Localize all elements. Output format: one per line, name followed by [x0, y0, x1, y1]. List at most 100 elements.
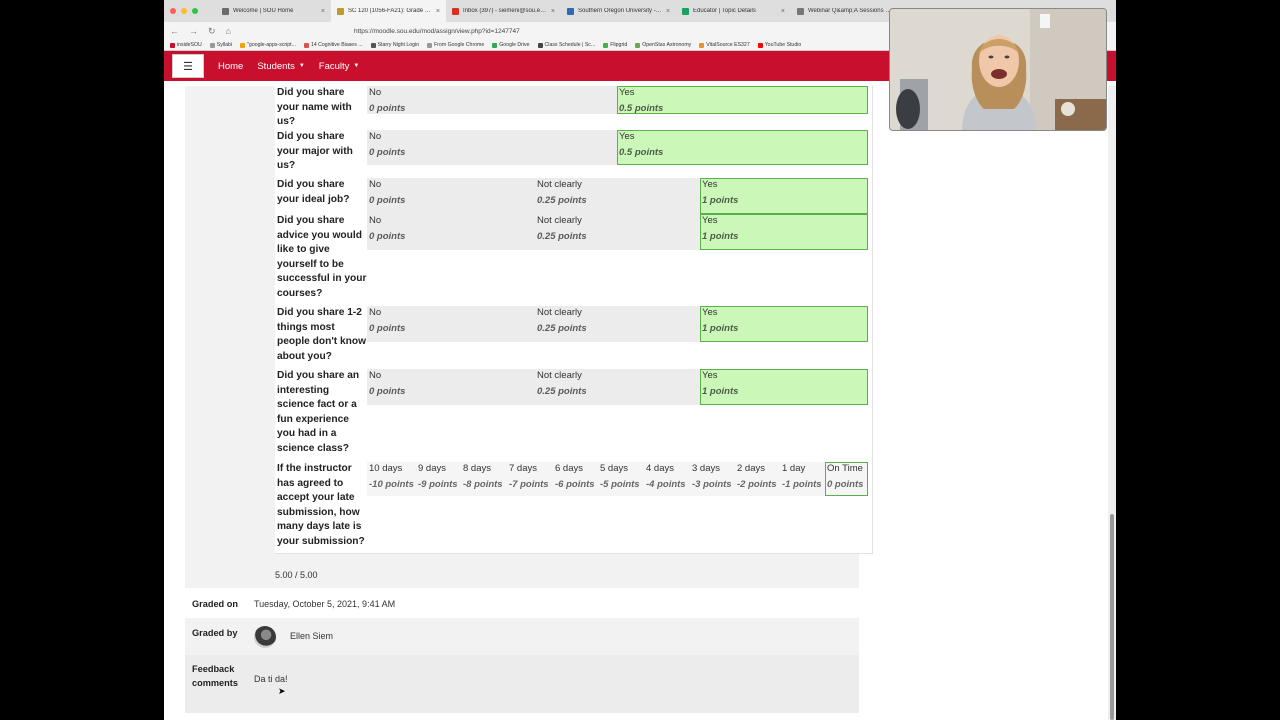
level-points: 0.5 points [619, 147, 664, 158]
close-tab-icon[interactable]: × [321, 8, 325, 15]
back-icon[interactable]: ← [170, 26, 179, 37]
bookmark-icon [240, 42, 246, 48]
home-icon[interactable]: ⌂ [226, 26, 231, 37]
tab-0[interactable]: Welcome | SOU Home × [216, 0, 331, 22]
rubric-level[interactable]: No 0 points [367, 214, 535, 250]
forward-icon[interactable]: → [189, 26, 198, 37]
bookmark-item[interactable]: 14 Cognitive Biases ... [303, 42, 363, 48]
close-window-icon[interactable] [170, 8, 176, 14]
rubric-level[interactable]: No 0 points [367, 306, 535, 342]
bookmark-item[interactable]: From Google Chrome [427, 42, 484, 48]
level-description: On Time [827, 463, 863, 474]
level-description: Yes [702, 179, 718, 190]
bookmark-label: 14 Cognitive Biases ... [310, 42, 363, 48]
minimize-window-icon[interactable] [181, 8, 187, 14]
tab-4[interactable]: Educator | Topic Details × [676, 0, 791, 22]
rubric-level[interactable]: Not clearly 0.25 points [535, 369, 700, 405]
bookmark-label: Starry Night Login [377, 42, 420, 48]
tab-2[interactable]: Inbox (397) - siemeni@sou.edu - ... × [446, 0, 561, 22]
rubric-criterion-row: Did you share 1-2 things most people don… [275, 306, 873, 369]
rubric-criterion-row: Did you share an interesting science fac… [275, 369, 873, 462]
bookmark-item[interactable]: Flipgrid [603, 42, 627, 48]
rubric-level-selected[interactable]: Yes 0.5 points [617, 130, 868, 165]
rubric-level[interactable]: No 0 points [367, 86, 617, 114]
bookmark-label: "google-apps-script... [247, 42, 296, 48]
scrollbar-thumb[interactable] [1110, 514, 1114, 720]
level-description: 7 days [509, 463, 537, 474]
feedback-value: Da ti da! [254, 674, 288, 684]
level-description: 3 days [692, 463, 720, 474]
rubric-level-selected[interactable]: Yes 1 points [700, 369, 868, 405]
tab-favicon-icon [682, 7, 689, 15]
level-points: -4 points [646, 479, 686, 490]
rubric-level-selected[interactable]: Yes 0.5 points [617, 86, 868, 114]
rubric-level[interactable]: No 0 points [367, 369, 535, 405]
rubric-level-selected[interactable]: Yes 1 points [700, 214, 868, 250]
rubric-level[interactable]: Not clearly 0.25 points [535, 178, 700, 214]
level-description: 1 day [782, 463, 806, 474]
bookmark-item[interactable]: Syllabi [209, 42, 232, 48]
bookmark-item[interactable]: Class Schedule | Sc... [537, 42, 596, 48]
bookmark-item[interactable]: Google Drive [492, 42, 530, 48]
tab-3[interactable]: Southern Oregon University - C... × [561, 0, 676, 22]
rubric-level[interactable]: 8 days -8 points [461, 462, 507, 496]
bookmark-item[interactable]: Starry Night Login [370, 42, 420, 48]
level-description: Yes [702, 215, 718, 226]
level-description: 4 days [646, 463, 674, 474]
rubric-level-selected[interactable]: Yes 1 points [700, 306, 868, 342]
close-tab-icon[interactable]: × [781, 8, 785, 15]
bookmark-item[interactable]: insideSOU [170, 42, 202, 48]
bookmark-item[interactable]: YouTube Studio [757, 42, 801, 48]
rubric-level[interactable]: 7 days -7 points [507, 462, 553, 496]
bookmark-icon [303, 42, 309, 48]
level-description: Yes [702, 370, 718, 381]
bookmark-label: Class Schedule | Sc... [544, 42, 596, 48]
menu-icon[interactable]: ☰ [172, 54, 204, 78]
graded-by-label: Graded by [192, 628, 238, 638]
nav-home[interactable]: Home [218, 61, 243, 72]
level-description: 2 days [737, 463, 765, 474]
rubric-level[interactable]: 1 day -1 points [780, 462, 825, 496]
tab-1[interactable]: SC 120 (1056-FA21): Grade for ... × [331, 0, 446, 22]
rubric-level[interactable]: Not clearly 0.25 points [535, 306, 700, 342]
level-description: No [369, 370, 382, 381]
rubric-level-selected[interactable]: Yes 1 points [700, 178, 868, 214]
level-points: 1 points [702, 195, 739, 206]
rubric-criterion-row: Did you share advice you would like to g… [275, 214, 873, 306]
rubric-level[interactable]: Not clearly 0.25 points [535, 214, 700, 250]
rubric-table: Did you share your name with us? No 0 poin… [275, 86, 873, 554]
feedback-row: Feedback comments Da ti da! [185, 655, 859, 713]
rubric-criterion-row: Did you share your major with us? No 0 poi… [275, 130, 873, 178]
level-points: 0.25 points [537, 323, 587, 334]
url-field[interactable]: https://moodle.sou.edu/mod/assign/view.p… [354, 28, 520, 35]
close-tab-icon[interactable]: × [551, 8, 555, 15]
rubric-level[interactable]: 4 days -4 points [644, 462, 690, 496]
bookmark-item[interactable]: OpenStax Astronomy [635, 42, 691, 48]
nav-faculty[interactable]: Faculty ▼ [319, 61, 360, 72]
rubric-level[interactable]: 3 days -3 points [690, 462, 735, 496]
rubric-level[interactable]: No 0 points [367, 178, 535, 214]
rubric-level[interactable]: No 0 points [367, 130, 617, 165]
level-points: 0 points [369, 231, 406, 242]
close-tab-icon[interactable]: × [666, 8, 670, 15]
rubric-level[interactable]: 5 days -5 points [598, 462, 644, 496]
reload-icon[interactable]: ↻ [208, 26, 216, 37]
level-description: 9 days [418, 463, 446, 474]
rubric-level[interactable]: 2 days -2 points [735, 462, 780, 496]
graded-by-row: Graded by Ellen Siem [185, 618, 859, 655]
nav-students[interactable]: Students ▼ [257, 61, 304, 72]
bookmark-item[interactable]: "google-apps-script... [240, 42, 296, 48]
rubric-level[interactable]: 9 days -9 points [416, 462, 461, 496]
rubric-level[interactable]: 6 days -6 points [553, 462, 598, 496]
tab-title: Welcome | SOU Home [233, 8, 294, 14]
rubric-level[interactable]: 10 days -10 points [367, 462, 416, 496]
rubric-level-selected[interactable]: On Time 0 points [825, 462, 868, 496]
level-description: No [369, 87, 382, 98]
zoom-window-icon[interactable] [192, 8, 198, 14]
level-description: Yes [619, 87, 635, 98]
level-points: 1 points [702, 231, 739, 242]
criterion-label: Did you share advice you would like to g… [277, 215, 367, 299]
bookmark-item[interactable]: VitalSource ES327 [699, 42, 750, 48]
close-tab-icon[interactable]: × [436, 8, 440, 15]
tab-title: Educator | Topic Details [693, 8, 756, 14]
